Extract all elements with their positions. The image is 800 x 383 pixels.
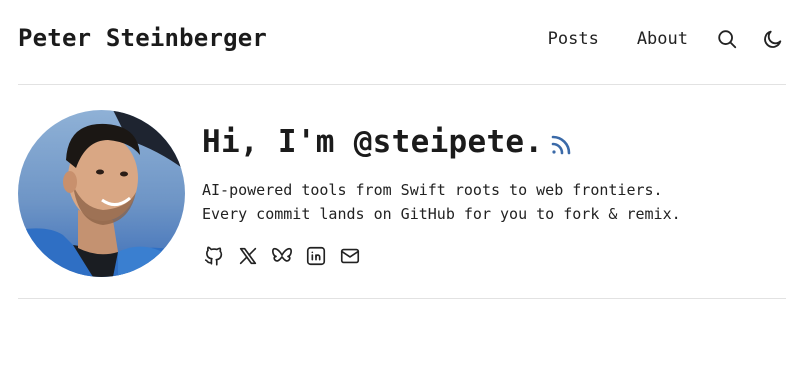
intro: Hi, I'm @steipete. AI-powered tools from…	[202, 120, 800, 268]
social-links	[202, 244, 800, 268]
moon-icon[interactable]	[760, 26, 786, 52]
x-icon[interactable]	[236, 244, 260, 268]
github-icon[interactable]	[202, 244, 226, 268]
tagline-line-2: Every commit lands on GitHub for you to …	[202, 205, 681, 223]
linkedin-icon[interactable]	[304, 244, 328, 268]
avatar	[18, 110, 185, 277]
greeting-text: Hi, I'm @steipete.	[202, 124, 544, 160]
main-nav: Posts About	[548, 24, 786, 54]
bluesky-icon[interactable]	[270, 244, 294, 268]
nav-posts-link[interactable]: Posts	[548, 29, 599, 49]
site-header: Peter Steinberger Posts About	[18, 0, 786, 85]
mail-icon[interactable]	[338, 244, 362, 268]
tagline-line-1: AI-powered tools from Swift roots to web…	[202, 181, 663, 199]
nav-about-link[interactable]: About	[637, 29, 688, 49]
tagline: AI-powered tools from Swift roots to web…	[202, 178, 800, 226]
site-title[interactable]: Peter Steinberger	[18, 24, 267, 52]
greeting-heading: Hi, I'm @steipete.	[202, 120, 800, 164]
profile-section: Hi, I'm @steipete. AI-powered tools from…	[18, 84, 786, 299]
rss-icon[interactable]	[549, 133, 573, 157]
search-icon[interactable]	[714, 26, 740, 52]
